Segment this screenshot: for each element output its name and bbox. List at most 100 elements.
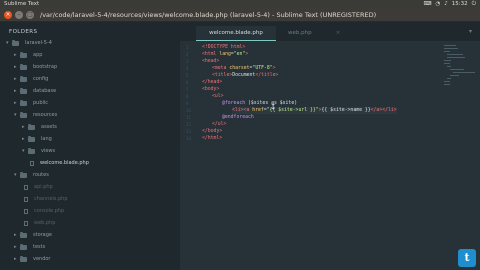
minimize-icon: – xyxy=(17,11,21,18)
tree-folder-storage[interactable]: ▸ storage xyxy=(14,230,52,240)
code-area[interactable]: <!DOCTYPE html> <html lang="en"> <head> … xyxy=(202,41,432,270)
code-line: <body> xyxy=(202,87,220,92)
minimap[interactable] xyxy=(442,41,476,91)
tree-folder-config[interactable]: ▸ config xyxy=(14,74,48,84)
window-title: /var/code/laravel-5-4/resources/views/we… xyxy=(40,11,377,19)
tree-label: config xyxy=(33,76,49,82)
file-icon xyxy=(24,196,28,202)
tree-label: welcome.blade.php xyxy=(40,160,89,166)
folder-icon xyxy=(20,99,27,106)
tree-file-welcome-blade[interactable]: welcome.blade.php xyxy=(30,158,89,168)
folder-icon xyxy=(12,39,19,46)
tree-folder-tests[interactable]: ▸ tests xyxy=(14,242,45,252)
editor-pane[interactable]: welcome.blade.php web.php × ▾ 1 2 3 4 5 6… xyxy=(180,22,480,270)
tree-file-channels[interactable]: channels.php xyxy=(24,194,68,204)
tree-label: routes xyxy=(33,172,49,178)
tree-folder-assets[interactable]: ▸ assets xyxy=(22,122,57,132)
window-controls: × – □ xyxy=(4,11,34,19)
tab-label: welcome.blade.php xyxy=(209,30,263,36)
folder-sidebar: FOLDERS ▾ laravel-5-4 ▸ app ▸ bootstrap … xyxy=(0,22,180,270)
text-cursor-icon: I xyxy=(271,103,276,111)
folder-icon xyxy=(20,111,27,118)
tree-label: public xyxy=(33,100,49,106)
keyboard-icon[interactable]: ⌨ xyxy=(424,0,432,8)
tree-label: assets xyxy=(41,124,57,130)
folder-icon xyxy=(28,147,35,154)
clock[interactable]: 15:32 xyxy=(452,0,468,8)
code-line: </head> xyxy=(202,80,223,85)
tree-label: lang xyxy=(41,136,52,142)
tab-bar: welcome.blade.php web.php × ▾ xyxy=(180,22,480,41)
code-line: <ul> xyxy=(212,94,224,99)
folder-icon xyxy=(20,171,27,178)
tree-folder-laravel-5-4[interactable]: ▾ laravel-5-4 xyxy=(6,38,52,48)
volume-icon[interactable]: ♪ xyxy=(444,0,448,8)
code-line: <!DOCTYPE html> xyxy=(202,45,246,50)
tree-label: laravel-5-4 xyxy=(25,40,52,46)
tree-folder-database[interactable]: ▸ database xyxy=(14,86,56,96)
file-icon xyxy=(30,160,34,166)
tab-welcome-blade[interactable]: welcome.blade.php xyxy=(196,26,276,41)
tree-file-web[interactable]: web.php xyxy=(24,218,55,228)
tree-label: storage xyxy=(33,232,52,238)
system-top-bar: Sublime Text ⌨ ◔ ♪ 15:32 ⏻ xyxy=(0,0,480,8)
tree-label: console.php xyxy=(34,208,65,214)
tree-folder-routes[interactable]: ▾ routes xyxy=(14,170,49,180)
folder-icon xyxy=(28,123,35,130)
minimize-window-button[interactable]: – xyxy=(15,11,23,19)
tree-file-console[interactable]: console.php xyxy=(24,206,64,216)
folder-icon xyxy=(20,231,27,238)
file-icon xyxy=(24,208,28,214)
code-line: </html> xyxy=(202,136,223,141)
tree-folder-lang[interactable]: ▸ lang xyxy=(22,134,52,144)
window-title-bar: × – □ /var/code/laravel-5-4/resources/vi… xyxy=(0,8,480,22)
code-line: </ul> xyxy=(212,122,227,127)
tree-folder-public[interactable]: ▸ public xyxy=(14,98,48,108)
tab-list-dropdown-icon[interactable]: ▾ xyxy=(469,28,472,35)
tree-label: vendor xyxy=(33,256,51,262)
wifi-icon[interactable]: ◔ xyxy=(435,0,440,8)
channel-logo-icon: t xyxy=(458,249,476,267)
tab-web-php[interactable]: web.php × xyxy=(278,26,350,41)
folder-icon xyxy=(20,255,27,262)
folder-icon xyxy=(28,135,35,142)
tree-file-api[interactable]: api.php xyxy=(24,182,53,192)
tree-folder-resources[interactable]: ▾ resources xyxy=(14,110,57,120)
tab-close-icon[interactable]: × xyxy=(336,30,341,36)
code-line: @foreach ($sites as $site) xyxy=(222,101,298,106)
close-window-button[interactable]: × xyxy=(4,11,12,19)
folder-icon xyxy=(20,63,27,70)
maximize-window-button[interactable]: □ xyxy=(26,11,34,19)
file-icon xyxy=(24,220,28,226)
tree-label: views xyxy=(41,148,56,154)
code-line: <html lang="en"> xyxy=(202,52,249,57)
tree-folder-app[interactable]: ▸ app xyxy=(14,50,42,60)
code-line: <title>Document</title> xyxy=(212,73,279,78)
code-line-current: <li><a href="{{ $site->url }}">{{ $site-… xyxy=(232,107,397,114)
maximize-icon: □ xyxy=(27,11,33,18)
tree-label: bootstrap xyxy=(33,64,58,70)
tree-label: web.php xyxy=(34,220,56,226)
tree-label: database xyxy=(33,88,57,94)
tree-folder-views[interactable]: ▾ views xyxy=(22,146,55,156)
file-icon xyxy=(24,184,28,190)
tab-label: web.php xyxy=(288,30,312,36)
code-line: <meta charset="UTF-8"> xyxy=(212,66,276,71)
system-app-name: Sublime Text xyxy=(4,1,40,7)
code-line: </body> xyxy=(202,129,223,134)
close-icon: × xyxy=(5,11,11,18)
folder-icon xyxy=(20,87,27,94)
tree-label: tests xyxy=(33,244,46,250)
tree-label: channels.php xyxy=(34,196,68,202)
folder-icon xyxy=(20,75,27,82)
code-line: @endforeach xyxy=(222,115,254,120)
tree-folder-bootstrap[interactable]: ▸ bootstrap xyxy=(14,62,57,72)
folder-icon xyxy=(20,51,27,58)
code-line: <head> xyxy=(202,59,220,64)
tree-label: app xyxy=(33,52,43,58)
tree-label: resources xyxy=(33,112,58,118)
power-icon[interactable]: ⏻ xyxy=(472,0,476,8)
sidebar-header: FOLDERS xyxy=(9,29,38,35)
tree-folder-vendor[interactable]: ▸ vendor xyxy=(14,254,51,264)
line-number-gutter: 1 2 3 4 5 6 7 8 9 10 11 12 13 14 xyxy=(186,45,192,141)
